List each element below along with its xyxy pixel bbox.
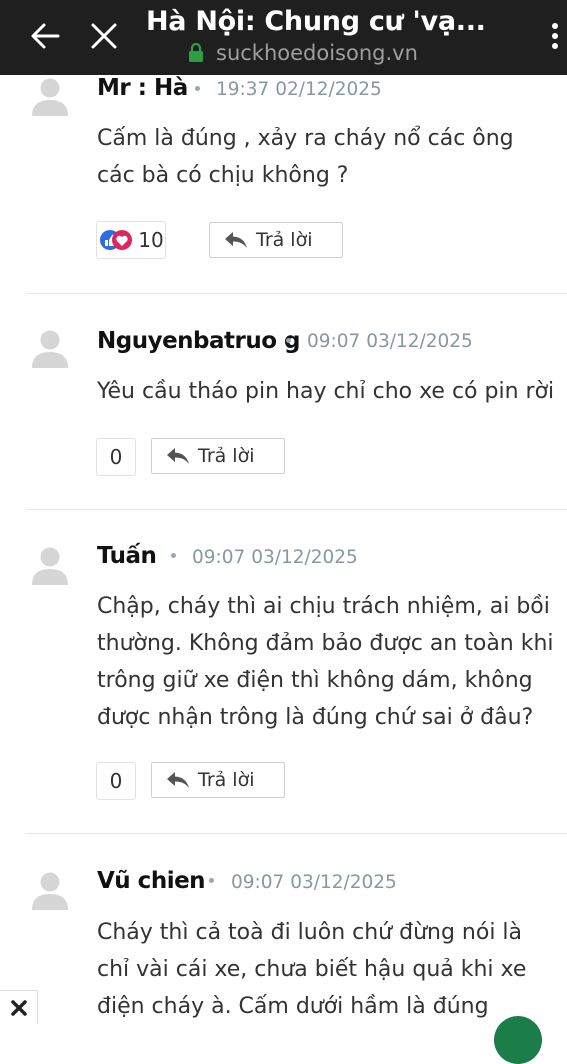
avatar-icon [32,872,68,910]
lock-icon [189,43,203,62]
url-text: suckhoedoisong.vn [216,41,418,65]
separator-dot [286,338,291,343]
reply-button[interactable]: Trả lời [151,438,285,474]
comment-time: 09:07 03/12/2025 [192,547,358,568]
reply-label: Trả lời [256,229,313,251]
reaction-number: 0 [109,769,123,793]
reply-button[interactable]: Trả lời [209,222,343,258]
reply-icon [225,232,247,248]
comment-text: Chập, cháy thì ai chịu trách nhiệm, ai b… [97,594,554,730]
close-ad-button[interactable] [0,990,38,1024]
reaction-count[interactable]: 0 [96,762,136,800]
reaction-count[interactable]: 0 [96,438,136,476]
avatar-icon [32,78,68,116]
reply-label: Trả lời [198,769,255,791]
reaction-number: 10 [138,228,164,252]
floating-action-button[interactable] [494,1016,542,1064]
comment-time: 19:37 02/12/2025 [216,79,382,100]
page-title: Hà Nội: Chung cư 'vạ... [146,6,486,37]
comment-time: 09:07 03/12/2025 [307,331,473,352]
comment-text: Yêu cầu tháo pin hay chỉ cho xe có pin r… [97,379,555,404]
comment-text: Cấm là đúng , xảy ra cháy nổ các ông các… [97,126,514,188]
comment-author: Tuấn [97,543,157,569]
avatar-icon [32,547,68,585]
separator-dot [171,553,176,558]
browser-top-bar: Hà Nội: Chung cư 'vạ... suckhoedoisong.v… [0,0,567,75]
reply-button[interactable]: Trả lời [151,762,285,798]
comment-text: Cháy thì cả toà đi luôn chứ đừng nói là … [97,920,527,1019]
like-love-icon [100,230,133,250]
reaction-number: 0 [109,445,123,469]
more-vert-icon[interactable] [548,18,562,54]
url-bar[interactable]: suckhoedoisong.vn [188,40,418,66]
reply-icon [167,772,189,788]
divider [26,293,567,294]
reply-label: Trả lời [198,445,255,467]
comment-author: Mr : Hà [97,75,188,101]
avatar-icon [32,330,68,368]
arrow-left-icon[interactable] [28,18,64,54]
comment-author: Vũ chien [97,868,206,894]
close-icon[interactable] [88,18,120,54]
divider [26,833,567,834]
reaction-count[interactable]: 10 [96,221,166,259]
separator-dot [209,878,214,883]
comment-author: Nguyenbatruo g [97,328,301,354]
separator-dot [195,86,200,91]
divider [26,509,567,510]
comment-time: 09:07 03/12/2025 [231,872,397,893]
close-icon [10,999,27,1016]
reply-icon [167,448,189,464]
